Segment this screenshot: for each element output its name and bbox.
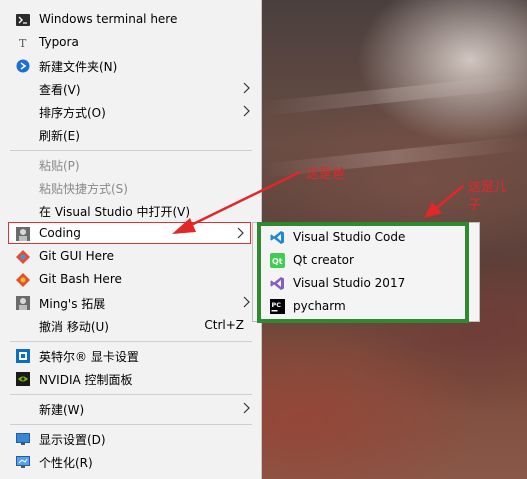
chevron-right-icon bbox=[243, 82, 255, 96]
chevron-right-icon bbox=[243, 105, 255, 119]
menu-item-label: 粘贴(P) bbox=[39, 159, 80, 173]
menu-item-label: Ming's 拓展 bbox=[39, 297, 106, 311]
menu-item-view[interactable]: 查看(V) bbox=[0, 78, 262, 100]
menu-item-label: Typora bbox=[39, 35, 79, 49]
svg-text:T: T bbox=[19, 37, 27, 49]
menu-item-nvidia[interactable]: NVIDIA 控制面板 bbox=[0, 368, 262, 390]
menu-separator bbox=[10, 394, 252, 395]
menu-item-open-in-visual-studio[interactable]: 在 Visual Studio 中打开(V) bbox=[0, 200, 262, 222]
menu-item-label: 查看(V) bbox=[39, 83, 81, 97]
chevron-right-icon bbox=[237, 227, 249, 241]
menu-separator bbox=[10, 424, 252, 425]
menu-item-new-folder[interactable]: 新建文件夹(N) bbox=[0, 55, 262, 77]
menu-item-label: Coding bbox=[39, 226, 81, 240]
annotation-frame bbox=[257, 222, 469, 323]
menu-item-label: Git GUI Here bbox=[39, 249, 115, 263]
menu-item-label: 新建(W) bbox=[39, 403, 85, 417]
desktop-context-menu: Windows terminal here T Typora 新建文件夹(N) … bbox=[0, 0, 262, 479]
menu-item-label: 个性化(R) bbox=[39, 456, 93, 470]
menu-separator bbox=[10, 150, 252, 151]
typora-icon: T bbox=[16, 36, 30, 50]
menu-item-mings-extension[interactable]: Ming's 拓展 bbox=[0, 292, 262, 314]
menu-item-label: 排序方式(O) bbox=[39, 106, 106, 120]
menu-item-refresh[interactable]: 刷新(E) bbox=[0, 124, 262, 146]
menu-item-paste: 粘贴(P) bbox=[0, 154, 262, 176]
nvidia-icon bbox=[16, 372, 30, 386]
personalize-icon bbox=[16, 455, 30, 469]
menu-item-label: 显示设置(D) bbox=[39, 433, 106, 447]
annotation-parent-label: 这是爸 bbox=[306, 167, 346, 182]
mings-extension-icon bbox=[16, 296, 30, 310]
menu-item-coding[interactable]: Coding bbox=[8, 222, 251, 244]
menu-item-git-bash[interactable]: Git Bash Here bbox=[0, 269, 262, 291]
coding-icon bbox=[16, 227, 30, 241]
menu-item-label: 刷新(E) bbox=[39, 129, 80, 143]
menu-item-label: 新建文件夹(N) bbox=[39, 60, 118, 74]
menu-item-label: 在 Visual Studio 中打开(V) bbox=[39, 205, 191, 219]
new-folder-icon bbox=[16, 59, 30, 73]
menu-item-new[interactable]: 新建(W) bbox=[0, 398, 262, 420]
annotation-child-label-line2: 子 bbox=[468, 198, 482, 213]
menu-item-label: 撤消 移动(U) bbox=[39, 320, 109, 334]
menu-item-typora[interactable]: T Typora bbox=[0, 32, 262, 54]
menu-item-label: Git Bash Here bbox=[39, 272, 122, 286]
menu-item-undo-move[interactable]: 撤消 移动(U) Ctrl+Z bbox=[0, 315, 262, 337]
menu-item-display-settings[interactable]: 显示设置(D) bbox=[0, 428, 262, 450]
menu-item-label: 粘贴快捷方式(S) bbox=[39, 182, 128, 196]
terminal-icon bbox=[16, 13, 30, 27]
menu-item-intel-graphics[interactable]: 英特尔® 显卡设置 bbox=[0, 345, 262, 367]
menu-item-paste-shortcut: 粘贴快捷方式(S) bbox=[0, 177, 262, 199]
intel-graphics-icon bbox=[16, 349, 30, 363]
annotation-child-label: 这是儿 bbox=[468, 180, 508, 195]
menu-item-label: Windows terminal here bbox=[39, 12, 178, 26]
menu-item-label: 英特尔® 显卡设置 bbox=[39, 350, 139, 364]
menu-item-git-gui[interactable]: Git GUI Here bbox=[0, 246, 262, 268]
shortcut-text: Ctrl+Z bbox=[204, 318, 244, 332]
menu-item-windows-terminal[interactable]: Windows terminal here bbox=[0, 9, 262, 31]
menu-separator bbox=[10, 341, 252, 342]
git-gui-icon bbox=[16, 250, 30, 264]
chevron-right-icon bbox=[243, 402, 255, 416]
git-bash-icon bbox=[16, 273, 30, 287]
menu-item-personalize[interactable]: 个性化(R) bbox=[0, 451, 262, 473]
menu-item-label: NVIDIA 控制面板 bbox=[39, 373, 133, 387]
wallpaper-detail bbox=[261, 136, 527, 178]
display-settings-icon bbox=[16, 432, 30, 446]
wallpaper-detail bbox=[261, 74, 527, 116]
menu-item-sort-by[interactable]: 排序方式(O) bbox=[0, 101, 262, 123]
